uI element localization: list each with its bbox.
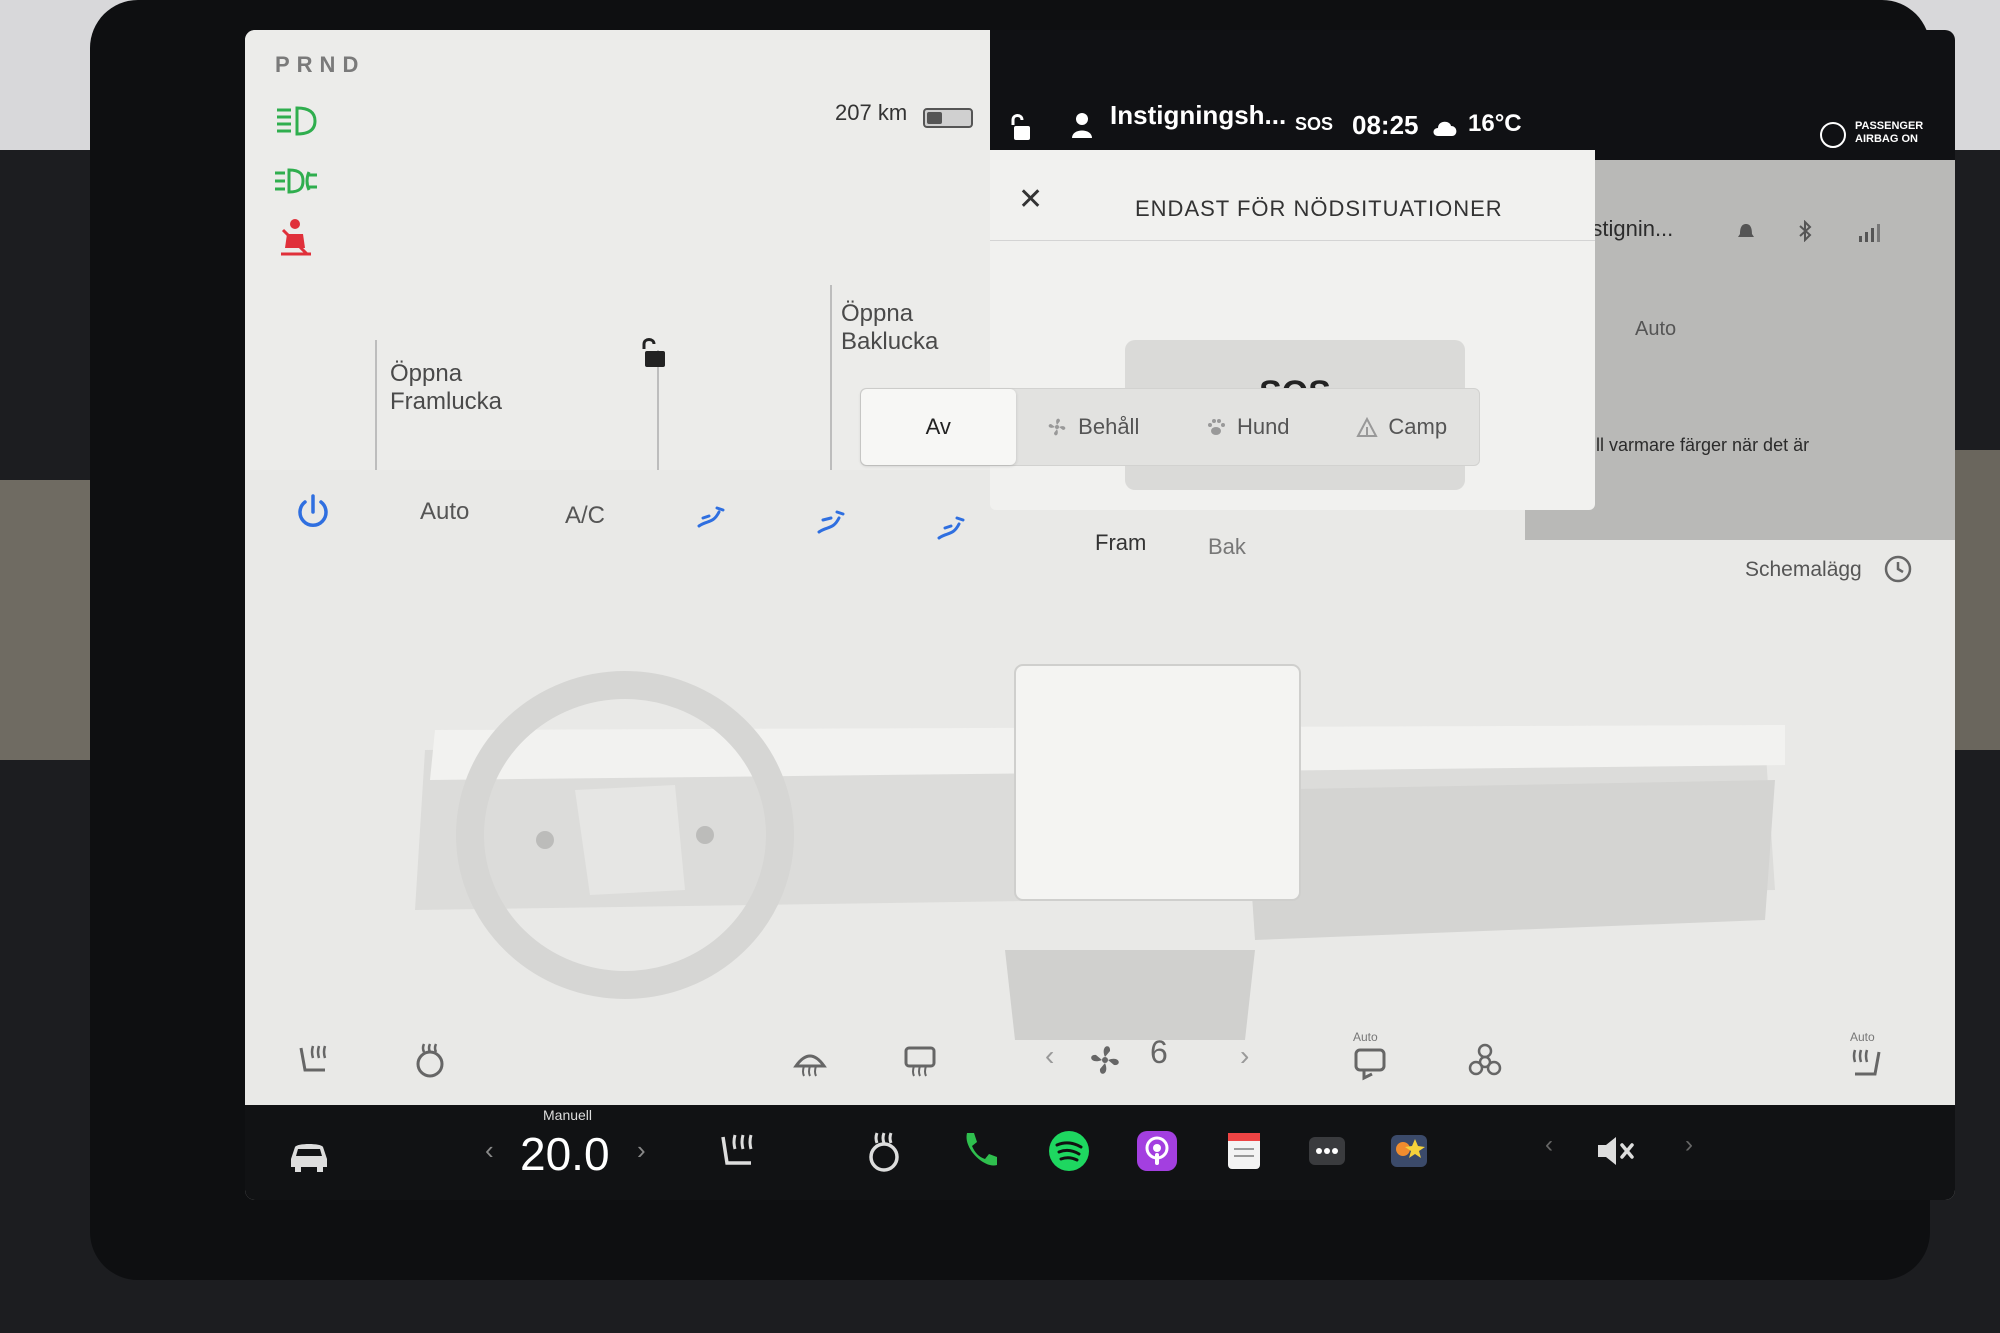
open-frunk-button[interactable]: Öppna Framlucka: [390, 360, 502, 416]
volume-next-button[interactable]: ›: [1685, 1131, 1693, 1159]
volume-mute-icon[interactable]: [1590, 1127, 1638, 1175]
cloud-icon: [1433, 121, 1457, 136]
mode-option-label: Behåll: [1078, 414, 1140, 439]
seat-heater-icon[interactable]: [715, 1127, 763, 1175]
unlock-icon[interactable]: [637, 335, 669, 369]
battery-indicator: [923, 108, 973, 128]
passenger-airbag-status: PASSENGER AIRBAG ON: [1855, 120, 1924, 145]
driver-profile-name[interactable]: Instigningsh...: [1110, 100, 1286, 131]
climate-keep-mode-selector: Av Behåll Hund Camp: [860, 388, 1480, 466]
climate-power-icon[interactable]: [293, 492, 333, 532]
mode-option-off[interactable]: Av: [861, 389, 1016, 465]
steering-wheel-heater-icon[interactable]: [410, 1040, 450, 1080]
clock: 08:25: [1352, 110, 1419, 140]
unlock-icon[interactable]: [1008, 112, 1034, 142]
fan-decrease-button[interactable]: ‹: [1045, 1040, 1054, 1072]
gear-indicator: PRND: [275, 52, 366, 77]
lte-signal-icon: [1859, 224, 1880, 242]
more-icon[interactable]: [1303, 1127, 1351, 1175]
seatbelt-warning-icon: [281, 219, 311, 256]
mode-option-label: Av: [925, 414, 951, 439]
calendar-icon[interactable]: [1220, 1127, 1268, 1175]
temperature-mode-label: Manuell: [543, 1107, 593, 1123]
climate-strip: ‹ 6 › Auto Auto: [245, 1030, 1955, 1110]
mode-option-label: Camp: [1388, 414, 1448, 439]
cabin-temperature[interactable]: 20.0: [520, 1127, 610, 1181]
cabin-illustration: [415, 664, 1785, 1040]
climate-auto-button[interactable]: Auto: [420, 498, 469, 526]
car-icon[interactable]: [285, 1129, 333, 1177]
recirculation-icon[interactable]: [1350, 1044, 1390, 1084]
bottom-dock: ‹ Manuell 20.0 › ‹ ›: [245, 1105, 1955, 1200]
airflow-feet-icon[interactable]: [935, 510, 969, 544]
bell-icon[interactable]: [1737, 222, 1755, 242]
mode-option-keep[interactable]: Behåll: [1016, 389, 1171, 465]
close-icon[interactable]: ✕: [1018, 182, 1043, 217]
headlight-icon: [277, 106, 317, 136]
fan-icon: [1091, 1046, 1119, 1074]
recirculation-auto-tag: Auto: [1353, 1030, 1378, 1044]
panel-divider: [830, 285, 832, 470]
fan-speed-value: 6: [1150, 1034, 1168, 1070]
mode-option-label: Hund: [1236, 414, 1290, 439]
tab-rear[interactable]: Bak: [1208, 534, 1246, 560]
outside-temperature: 16°C: [1468, 110, 1522, 137]
passenger-seat-auto-tag: Auto: [1850, 1030, 1875, 1044]
modal-title: ENDAST FÖR NÖDSITUATIONER: [1135, 196, 1503, 221]
panel-divider: [375, 340, 377, 470]
front-defrost-icon[interactable]: [790, 1040, 830, 1080]
climate-controls: Auto A/C Fram Bak Schemalägg: [245, 470, 1955, 583]
volume-prev-button[interactable]: ‹: [1545, 1131, 1553, 1159]
fog-light-icon: [275, 168, 317, 194]
bioweapon-defense-icon[interactable]: [1465, 1042, 1505, 1082]
airflow-face-feet-icon[interactable]: [815, 506, 849, 540]
modal-divider: [990, 240, 1595, 241]
tent-icon: [1356, 416, 1379, 437]
ac-button[interactable]: A/C: [565, 502, 605, 530]
seat-heater-passenger-icon[interactable]: [1845, 1044, 1885, 1084]
seat-heater-driver-icon[interactable]: [295, 1040, 335, 1080]
temp-increase-button[interactable]: ›: [637, 1135, 646, 1166]
battery-fill: [927, 112, 942, 124]
open-trunk-button[interactable]: Öppna Baklucka: [841, 300, 938, 356]
fan-icon: [1048, 418, 1066, 436]
phone-icon[interactable]: [955, 1127, 1003, 1175]
airflow-face-icon[interactable]: [695, 502, 729, 536]
schedule-button[interactable]: Schemalägg: [1745, 558, 1862, 582]
spotify-icon[interactable]: [1045, 1127, 1093, 1175]
range-readout: 207 km: [835, 100, 908, 125]
podcast-icon[interactable]: [1133, 1127, 1181, 1175]
tab-front[interactable]: Fram: [1095, 530, 1146, 556]
display-bezel: PRND 207 km Öppna Framlucka Öppna Bakluc…: [90, 0, 1955, 1280]
games-icon[interactable]: [1385, 1127, 1433, 1175]
mode-option-dog[interactable]: Hund: [1170, 389, 1325, 465]
rear-defrost-icon[interactable]: [900, 1040, 940, 1080]
steering-wheel-heater-icon[interactable]: [860, 1127, 908, 1175]
airbag-icon: [1820, 122, 1846, 148]
status-bar: Instigningsh... SOS 08:25 16°C PASSENGER…: [990, 30, 1955, 160]
mode-option-camp[interactable]: Camp: [1325, 389, 1480, 465]
profile-icon[interactable]: [1070, 112, 1094, 138]
temp-decrease-button[interactable]: ‹: [485, 1135, 494, 1166]
fan-increase-button[interactable]: ›: [1240, 1040, 1249, 1072]
touchscreen: PRND 207 km Öppna Framlucka Öppna Bakluc…: [245, 30, 1955, 1200]
clock-icon[interactable]: [1883, 554, 1913, 584]
bluetooth-icon[interactable]: [1797, 220, 1813, 242]
settings-option-auto[interactable]: Auto: [1635, 318, 1676, 341]
sos-status[interactable]: SOS: [1295, 114, 1333, 135]
paw-icon: [1207, 419, 1225, 435]
